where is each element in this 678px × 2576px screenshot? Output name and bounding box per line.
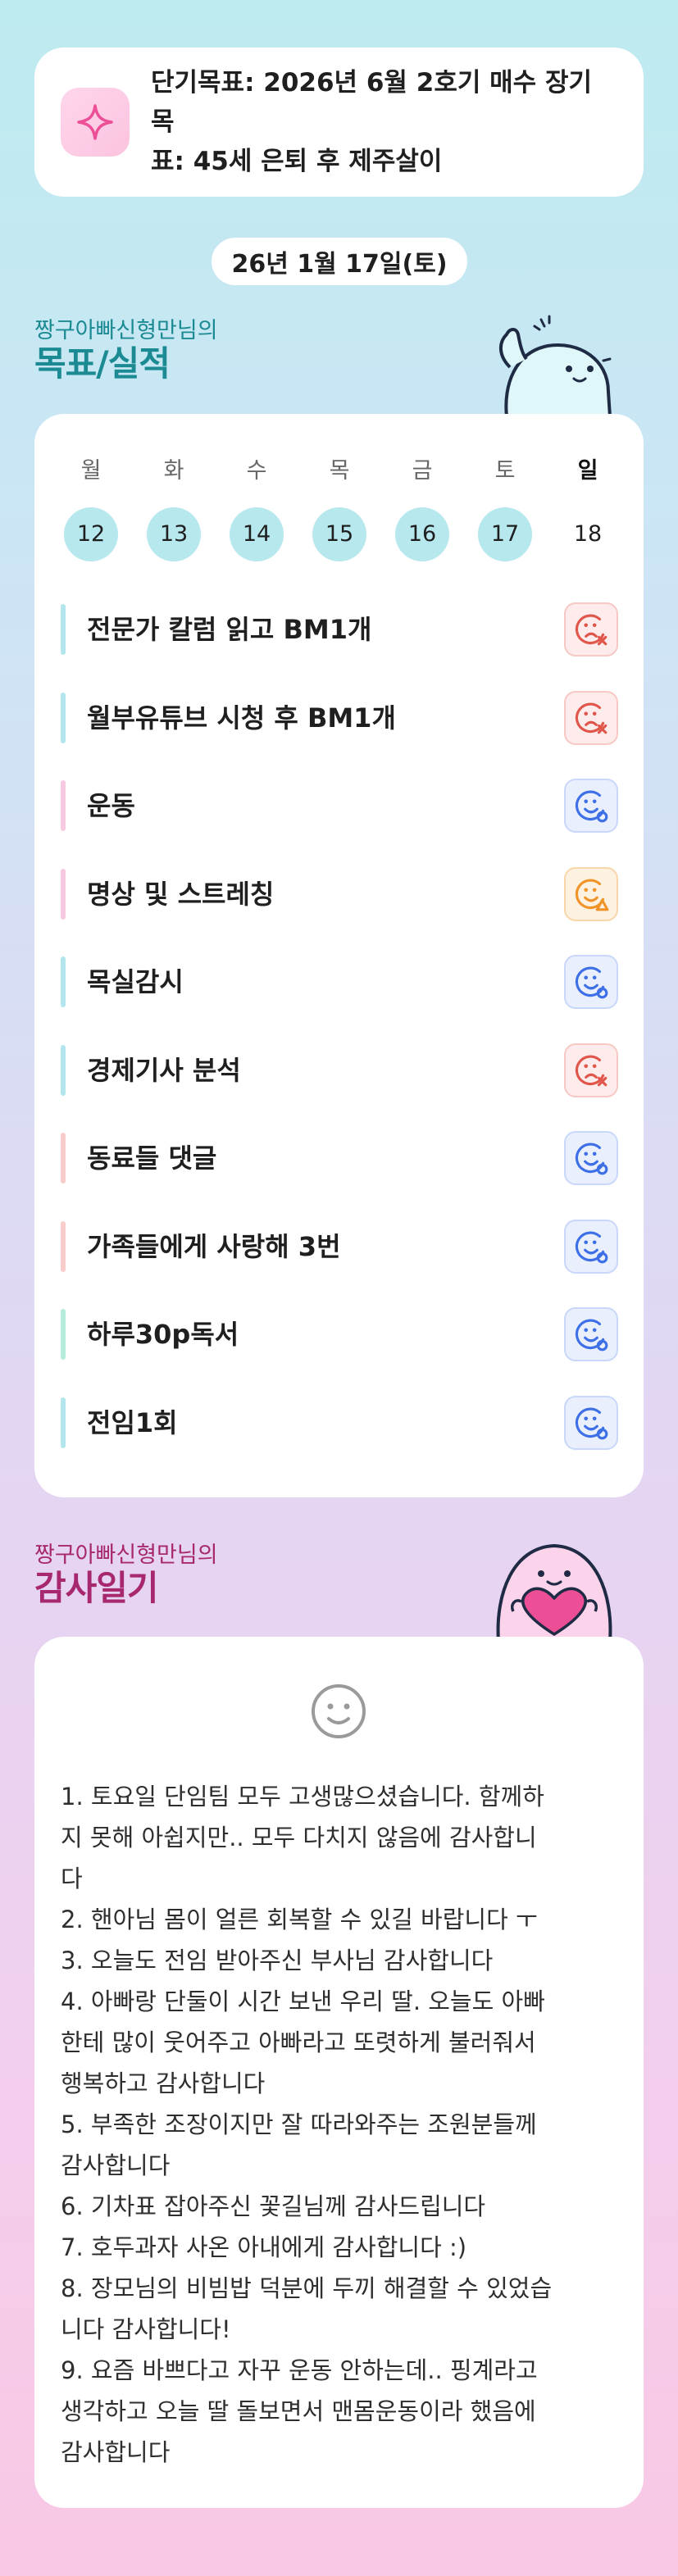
day-name: 일 — [577, 458, 598, 484]
diary-line: 감사합니다 — [61, 2438, 171, 2466]
task-item[interactable]: 목실감시 — [61, 953, 618, 1011]
day-column[interactable]: 화 13 — [145, 455, 202, 561]
diary-line: 지 못해 아쉽지만.. 모두 다치지 않음에 감사합니 — [61, 1824, 537, 1851]
diary-line: 5. 부족한 조장이지만 잘 따라와주는 조원분들께 — [61, 2110, 537, 2138]
task-label: 전임1회 — [87, 1406, 178, 1438]
smile-icon — [312, 1684, 366, 1738]
task-item[interactable]: 전문가 칼럼 읽고 BM1개 — [61, 601, 618, 658]
task-item[interactable]: 전임1회 — [61, 1394, 618, 1452]
day-name: 목 — [329, 458, 350, 484]
task-color-bar — [61, 1397, 66, 1448]
task-color-bar — [61, 692, 66, 743]
diary-line: 8. 장모님의 비빔밥 덕분에 두끼 해결할 수 있었습 — [61, 2274, 553, 2302]
diary-line: 1. 토요일 단임팀 모두 고생많으셨습니다. 함께하 — [61, 1783, 544, 1810]
goal-text-line: 표: 45세 은퇴 후 제주살이 — [151, 147, 443, 176]
diary-section-title: 감사일기 — [34, 1568, 159, 1608]
task-label: 명상 및 스트레칭 — [87, 878, 275, 910]
day-number: 16 — [395, 507, 449, 561]
happy-face-success-icon[interactable] — [564, 1307, 618, 1361]
sparkle-icon — [61, 88, 130, 157]
day-column[interactable]: 목 15 — [311, 455, 368, 561]
task-color-bar — [61, 956, 66, 1007]
day-number: 12 — [64, 507, 118, 561]
task-color-bar — [61, 1220, 66, 1272]
day-name: 금 — [412, 458, 433, 484]
task-label: 전문가 칼럼 읽고 BM1개 — [87, 614, 372, 645]
day-name: 월 — [80, 458, 102, 484]
record-section-header: 짱구아빠신형만님의 목표/실적 — [34, 318, 218, 384]
diary-line: 9. 요즘 바쁘다고 자꾸 운동 안하는데.. 핑계라고 — [61, 2356, 538, 2384]
diary-line: 7. 호두과자 사온 아내에게 감사합니다 :) — [61, 2233, 467, 2261]
day-number: 17 — [478, 507, 532, 561]
happy-face-success-icon[interactable] — [564, 1395, 618, 1450]
happy-face-success-icon[interactable] — [564, 1131, 618, 1185]
task-item[interactable]: 경제기사 분석 — [61, 1042, 618, 1099]
day-column[interactable]: 월 12 — [62, 455, 120, 561]
task-item[interactable]: 운동 — [61, 777, 618, 834]
task-label: 경제기사 분석 — [87, 1054, 241, 1086]
task-item[interactable]: 하루30p독서 — [61, 1306, 618, 1363]
task-item[interactable]: 가족들에게 사랑해 3번 — [61, 1218, 618, 1275]
mascot-waving-icon — [499, 315, 612, 416]
task-label: 월부유튜브 시청 후 BM1개 — [87, 702, 396, 734]
happy-face-success-icon[interactable] — [564, 1219, 618, 1274]
day-column[interactable]: 수 14 — [228, 455, 285, 561]
day-column[interactable]: 일 18 — [559, 455, 617, 561]
task-item[interactable]: 동료들 댓글 — [61, 1129, 618, 1187]
diary-line: 3. 오늘도 전임 받아주신 부사님 감사합니다 — [61, 1947, 494, 1974]
task-item[interactable]: 명상 및 스트레칭 — [61, 865, 618, 923]
diary-section-header: 짱구아빠신형만님의 감사일기 — [34, 1542, 218, 1608]
diary-line: 다 — [61, 1865, 83, 1892]
record-card: 월 12 화 13 수 14 목 15 금 16 토 17 일 18 전문가 칼… — [34, 414, 644, 1497]
diary-line: 니다 감사합니다! — [61, 2315, 231, 2343]
diary-text: 1. 토요일 단임팀 모두 고생많으셨습니다. 함께하지 못해 아쉽지만.. 모… — [61, 1776, 626, 2473]
happy-face-partial-icon[interactable] — [564, 866, 618, 921]
record-section-subtitle: 짱구아빠신형만님의 — [34, 318, 218, 343]
task-label: 동료들 댓글 — [87, 1143, 217, 1174]
date-pill: 26년 1월 17일(토) — [212, 238, 467, 285]
diary-line: 2. 핸아님 몸이 얼른 회복할 수 있길 바랍니다 ㅜ — [61, 1906, 538, 1933]
diary-line: 4. 아빠랑 단둘이 시간 보낸 우리 딸. 오늘도 아빠 — [61, 1988, 545, 2015]
goal-text-line: 단기목표: 2026년 6월 2호기 매수 장기목 — [151, 68, 593, 137]
day-number: 18 — [573, 521, 603, 547]
goal-card: 단기목표: 2026년 6월 2호기 매수 장기목 표: 45세 은퇴 후 제주… — [34, 48, 644, 197]
task-color-bar — [61, 1309, 66, 1360]
day-column[interactable]: 금 16 — [394, 455, 451, 561]
goal-text: 단기목표: 2026년 6월 2호기 매수 장기목 표: 45세 은퇴 후 제주… — [151, 63, 611, 181]
diary-line: 행복하고 감사합니다 — [61, 2069, 266, 2097]
task-label: 가족들에게 사랑해 3번 — [87, 1230, 341, 1262]
diary-line: 한테 많이 웃어주고 아빠라고 또렷하게 불러줘서 — [61, 2029, 536, 2056]
diary-section-subtitle: 짱구아빠신형만님의 — [34, 1542, 218, 1568]
day-number: 15 — [312, 507, 366, 561]
diary-card: 1. 토요일 단임팀 모두 고생많으셨습니다. 함께하지 못해 아쉽지만.. 모… — [34, 1637, 644, 2508]
diary-line: 감사합니다 — [61, 2151, 171, 2179]
task-item[interactable]: 월부유튜브 시청 후 BM1개 — [61, 689, 618, 747]
task-label: 목실감시 — [87, 966, 184, 997]
happy-face-success-icon[interactable] — [564, 779, 618, 833]
task-color-bar — [61, 868, 66, 920]
mascot-heart-icon — [496, 1543, 612, 1641]
task-color-bar — [61, 1044, 66, 1096]
record-section-title: 목표/실적 — [34, 343, 171, 384]
task-color-bar — [61, 780, 66, 831]
day-number: 14 — [230, 507, 284, 561]
happy-face-success-icon[interactable] — [564, 955, 618, 1009]
task-color-bar — [61, 1133, 66, 1184]
diary-line: 6. 기차표 잡아주신 꽃길님께 감사드립니다 — [61, 2192, 486, 2220]
day-name: 화 — [163, 458, 184, 484]
task-label: 운동 — [87, 790, 135, 821]
task-color-bar — [61, 604, 66, 655]
task-label: 하루30p독서 — [87, 1319, 239, 1350]
day-column[interactable]: 토 17 — [476, 455, 534, 561]
diary-line: 생각하고 오늘 딸 돌보면서 맨몸운동이라 했음에 — [61, 2397, 536, 2425]
sad-face-fail-icon[interactable] — [564, 690, 618, 745]
day-number: 13 — [147, 507, 201, 561]
sad-face-fail-icon[interactable] — [564, 1043, 618, 1097]
sad-face-fail-icon[interactable] — [564, 602, 618, 656]
day-name: 토 — [494, 458, 516, 484]
day-name: 수 — [246, 458, 267, 484]
